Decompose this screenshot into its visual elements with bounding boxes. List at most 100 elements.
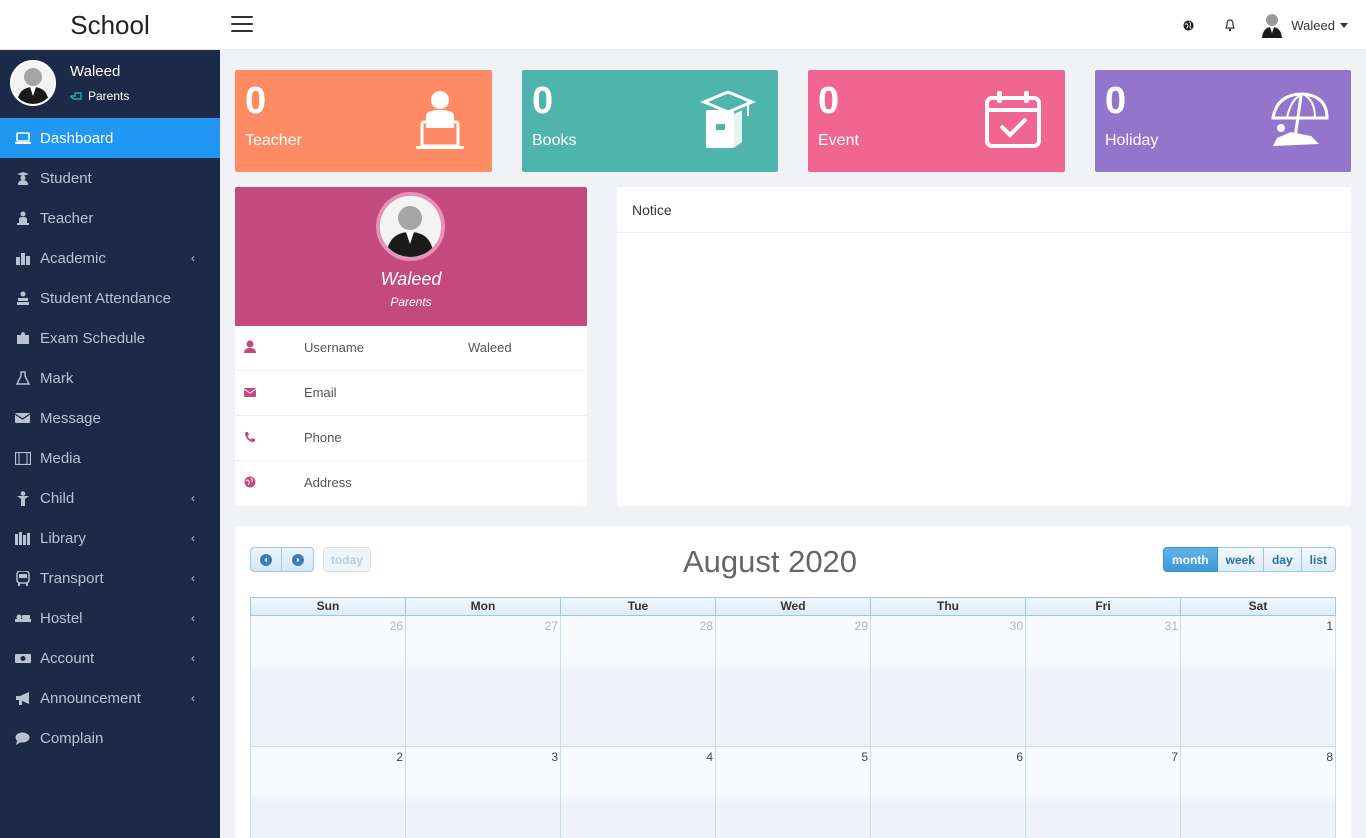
brand-logo[interactable]: School	[0, 0, 220, 50]
sidebar-item-academic[interactable]: Academic ‹	[0, 238, 220, 278]
sidebar-user-panel: Waleed Parents	[0, 50, 220, 118]
megaphone-icon	[14, 690, 31, 706]
sidebar: Waleed Parents Dashboard Student Teacher Ac…	[0, 50, 220, 838]
sidebar-item-label: Dashboard	[40, 129, 114, 147]
calendar-day-cell[interactable]: 3	[406, 747, 561, 838]
calendar-view-list[interactable]: list	[1301, 547, 1336, 572]
sidebar-item-label: Academic	[40, 249, 106, 267]
weekday-label: Sat	[1181, 597, 1336, 616]
calendar-day-number: 28	[699, 619, 713, 633]
stat-value: 0	[1105, 80, 1127, 122]
notice-panel: Notice	[617, 187, 1351, 506]
profile-row-email: Email	[235, 371, 587, 416]
profile-key: Username	[304, 340, 364, 355]
sidebar-user-role-label: Parents	[88, 89, 130, 103]
user-avatar-icon	[1262, 14, 1283, 38]
calendar-view-day[interactable]: day	[1263, 547, 1302, 572]
profile-name: Waleed	[380, 269, 442, 289]
calendar-day-cell[interactable]: 4	[561, 747, 716, 838]
top-navbar: School Waleed	[0, 0, 1366, 50]
sidebar-item-label: Account	[40, 649, 95, 667]
calendar-day-cell[interactable]: 6	[871, 747, 1026, 838]
user-dropdown-label: Waleed	[1291, 17, 1335, 33]
sidebar-user-name: Waleed	[70, 63, 121, 80]
calendar-day-number: 31	[1164, 619, 1178, 633]
sidebar-item-message[interactable]: Message	[0, 398, 220, 438]
stat-card-teacher[interactable]: 0 Teacher	[235, 70, 492, 172]
sidebar-item-teacher[interactable]: Teacher	[0, 198, 220, 238]
sidebar-item-mark[interactable]: Mark	[0, 358, 220, 398]
flask-icon	[14, 370, 31, 386]
stat-value: 0	[532, 80, 554, 122]
calendar-day-cell[interactable]: 8	[1181, 747, 1336, 838]
profile-row-phone: Phone	[235, 416, 587, 461]
teacher-icon	[14, 210, 31, 226]
calendar-view-month[interactable]: month	[1162, 547, 1218, 572]
teacher-laptop-icon	[416, 91, 464, 149]
calendar-day-number: 2	[396, 750, 403, 764]
calendar-day-number: 7	[1171, 750, 1178, 764]
chevron-left-icon: ‹	[191, 251, 195, 265]
film-icon	[14, 450, 31, 466]
sidebar-item-announcement[interactable]: Announcement ‹	[0, 678, 220, 718]
user-dropdown[interactable]: Waleed	[1251, 12, 1348, 38]
notice-title: Notice	[617, 187, 1351, 233]
weekday-label: Fri	[1026, 597, 1181, 616]
calendar-view-week[interactable]: week	[1217, 547, 1264, 572]
sidebar-item-label: Child	[40, 489, 75, 507]
academic-icon	[14, 250, 31, 266]
weekday-label: Mon	[406, 597, 561, 616]
chevron-left-icon: ‹	[191, 611, 195, 625]
sidebar-item-label: Teacher	[40, 209, 94, 227]
puzzle-icon	[14, 330, 31, 346]
envelope-icon	[243, 388, 257, 397]
profile-key: Phone	[304, 430, 342, 445]
sidebar-item-exam-schedule[interactable]: Exam Schedule	[0, 318, 220, 358]
calendar-day-cell[interactable]: 30	[871, 616, 1026, 747]
stat-label: Teacher	[245, 132, 302, 149]
user-icon	[244, 340, 256, 353]
calendar-day-cell[interactable]: 5	[716, 747, 871, 838]
calendar-check-icon	[985, 91, 1041, 148]
calendar-day-cell[interactable]: 7	[1026, 747, 1181, 838]
sidebar-item-hostel[interactable]: Hostel ‹	[0, 598, 220, 638]
bell-icon[interactable]	[1209, 0, 1251, 50]
student-icon	[14, 170, 31, 186]
sidebar-item-student-attendance[interactable]: Student Attendance	[0, 278, 220, 318]
calendar-day-cell[interactable]: 27	[406, 616, 561, 747]
attendance-icon	[14, 290, 31, 306]
stat-label: Holiday	[1105, 132, 1159, 149]
calendar-day-cell[interactable]: 26	[250, 616, 406, 747]
bed-icon	[14, 610, 31, 626]
globe-icon[interactable]	[1167, 0, 1209, 50]
stat-card-books[interactable]: 0 Books	[522, 70, 778, 172]
sidebar-item-label: Transport	[40, 569, 104, 587]
calendar-day-cell[interactable]: 29	[716, 616, 871, 747]
sidebar-item-label: Complain	[40, 729, 104, 747]
profile-row-address: Address	[235, 461, 587, 506]
stat-card-event[interactable]: 0 Event	[808, 70, 1065, 172]
sidebar-item-dashboard[interactable]: Dashboard	[0, 118, 220, 158]
chevron-left-icon: ‹	[191, 531, 195, 545]
sidebar-item-transport[interactable]: Transport ‹	[0, 558, 220, 598]
sidebar-item-media[interactable]: Media	[0, 438, 220, 478]
calendar-day-number: 30	[1009, 619, 1023, 633]
phone-icon	[245, 432, 255, 443]
stat-card-holiday[interactable]: 0 Holiday	[1095, 70, 1351, 172]
calendar-day-cell[interactable]: 31	[1026, 616, 1181, 747]
envelope-icon	[14, 410, 31, 426]
calendar-day-cell[interactable]: 28	[561, 616, 716, 747]
calendar-day-cell[interactable]: 2	[250, 747, 406, 838]
profile-header: Waleed Parents	[235, 187, 587, 326]
sidebar-item-complain[interactable]: Complain	[0, 718, 220, 758]
profile-value: Waleed	[468, 340, 512, 355]
library-icon	[14, 530, 31, 546]
calendar-day-cell[interactable]: 1	[1181, 616, 1336, 747]
sidebar-item-student[interactable]: Student	[0, 158, 220, 198]
hamburger-menu-icon[interactable]	[231, 16, 253, 34]
sidebar-item-account[interactable]: Account ‹	[0, 638, 220, 678]
stat-label: Event	[818, 132, 859, 149]
sidebar-item-child[interactable]: Child ‹	[0, 478, 220, 518]
calendar-day-number: 29	[854, 619, 868, 633]
sidebar-item-library[interactable]: Library ‹	[0, 518, 220, 558]
